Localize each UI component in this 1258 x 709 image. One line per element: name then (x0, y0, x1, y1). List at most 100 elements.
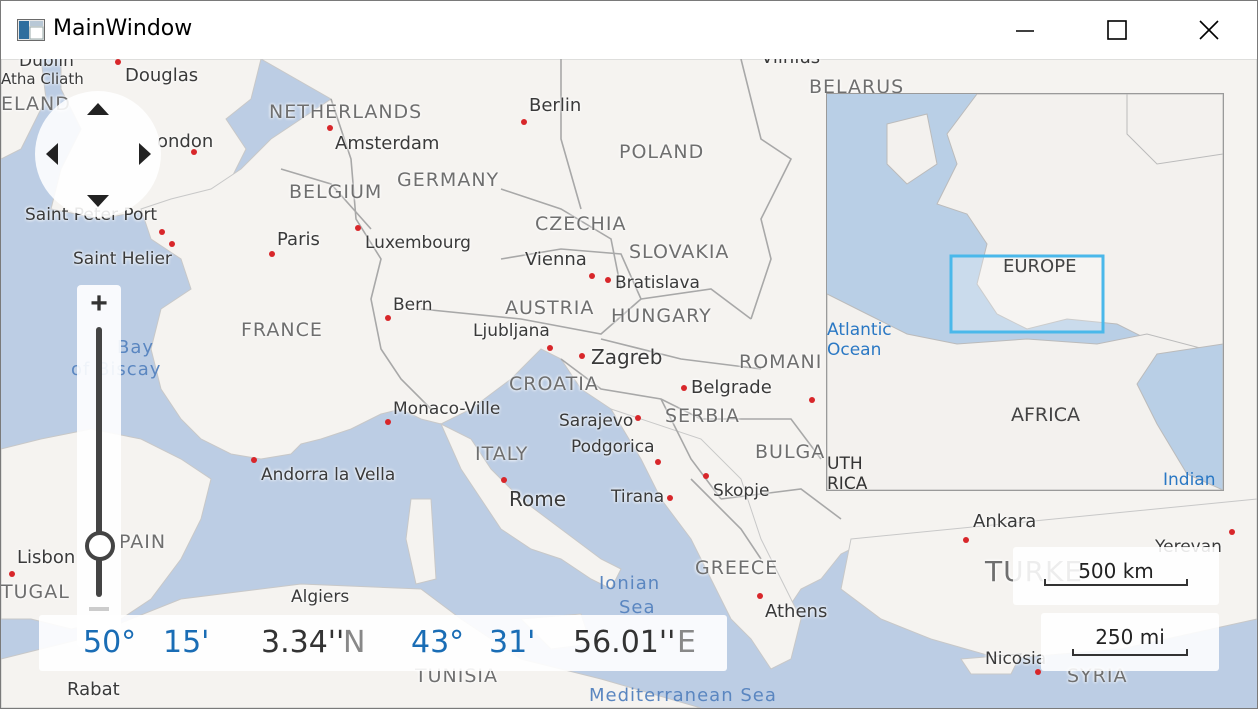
country-label-portugal: TUGAL (1, 581, 70, 603)
city-label-tirana: Tirana (611, 487, 665, 507)
city-label-bern: Bern (393, 295, 433, 315)
maximize-button[interactable] (1071, 1, 1163, 59)
scale-km-bar (1044, 579, 1188, 586)
city-label-monaco: Monaco-Ville (393, 399, 501, 419)
pan-right-icon[interactable] (139, 143, 151, 165)
country-label-poland: POLAND (619, 141, 705, 163)
minimap-label-europe: EUROPE (1003, 256, 1077, 277)
main-window: MainWindow ELAND NETHERLANDS BELGIUM GER… (0, 0, 1258, 709)
city-marker (605, 277, 611, 283)
city-marker (385, 315, 391, 321)
city-label-sarajevo: Sarajevo (559, 411, 634, 431)
water-label-bay: Bay (117, 337, 155, 358)
city-marker (703, 473, 709, 479)
zoom-control: + (77, 285, 121, 647)
window-title: MainWindow (53, 16, 193, 41)
country-label-croatia: CROATIA (509, 373, 599, 395)
minimize-icon (1016, 30, 1034, 32)
city-label-nicosia: Nicosia (985, 649, 1047, 669)
country-label-belgium: BELGIUM (289, 181, 383, 203)
pan-up-icon[interactable] (87, 103, 109, 115)
city-label-vilnius: Vilnius (761, 59, 820, 68)
city-marker (589, 273, 595, 279)
city-label-paris: Paris (277, 229, 320, 250)
city-marker (521, 119, 527, 125)
map-canvas[interactable]: ELAND NETHERLANDS BELGIUM GERMANY POLAND… (1, 59, 1257, 708)
close-icon (1199, 20, 1219, 40)
pan-arrows (46, 103, 151, 207)
title-bar[interactable]: MainWindow (1, 1, 1257, 59)
city-label-podgorica: Podgorica (571, 437, 655, 457)
city-label-rome: Rome (509, 487, 567, 511)
latitude-hemisphere: N (343, 625, 366, 660)
city-marker (757, 593, 763, 599)
city-marker (115, 59, 121, 65)
city-label-lisbon: Lisbon (17, 547, 76, 568)
city-label-zagreb: Zagreb (591, 345, 663, 369)
city-label-berlin: Berlin (529, 95, 582, 116)
country-label-serbia: SERBIA (665, 405, 740, 427)
city-label-belgrade: Belgrade (691, 377, 772, 398)
city-label-skopje: Skopje (713, 481, 770, 501)
country-label-france: FRANCE (241, 319, 323, 341)
scale-mi: 250 mi (1041, 613, 1219, 671)
minimap-label-south: UTH (827, 454, 863, 474)
city-label-ljubljana: Ljubljana (473, 321, 550, 341)
city-label-athens: Athens (765, 601, 828, 622)
city-label-algiers: Algiers (291, 587, 350, 607)
city-marker (159, 229, 165, 235)
zoom-slider-thumb[interactable] (85, 531, 115, 561)
longitude-minutes: 31' (489, 625, 536, 660)
city-label-amsterdam: Amsterdam (335, 133, 440, 154)
coordinates-panel: 50° 15' 3.34'' N 43° 31' 56.01'' E (39, 615, 727, 671)
country-label-romania: ROMANI (739, 351, 823, 373)
city-marker (667, 495, 673, 501)
scale-mi-bar (1072, 649, 1188, 656)
city-marker (269, 251, 275, 257)
longitude-hemisphere: E (677, 625, 696, 660)
city-marker (809, 397, 815, 403)
city-marker (579, 353, 585, 359)
longitude-seconds: 56.01'' (573, 625, 676, 660)
longitude-degrees: 43° (411, 625, 465, 660)
minimap-base (827, 94, 1223, 490)
app-icon (17, 19, 45, 41)
country-label-hungary: HUNGARY (611, 305, 712, 327)
latitude-seconds: 3.34'' (261, 625, 345, 660)
city-marker (385, 419, 391, 425)
minimap-label-atlantic: Atlantic (827, 320, 892, 340)
scale-km: 500 km (1013, 547, 1219, 605)
zoom-out-button[interactable] (89, 607, 109, 611)
country-label-greece: GREECE (695, 557, 779, 579)
zoom-in-button[interactable]: + (87, 289, 111, 319)
minimap-label-indian: Indian (1163, 470, 1216, 490)
city-label-luxembourg: Luxembourg (365, 233, 471, 253)
city-label-ankara: Ankara (973, 511, 1037, 532)
city-marker (169, 241, 175, 247)
pan-down-icon[interactable] (87, 195, 109, 207)
country-label-spain: PAIN (119, 531, 167, 553)
city-marker (963, 537, 969, 543)
minimize-button[interactable] (979, 1, 1071, 59)
city-marker (327, 125, 333, 131)
water-label-ionian: Ionian (599, 573, 661, 594)
city-marker (635, 415, 641, 421)
city-label-atha-cliath: Atha Cliath (1, 70, 84, 88)
close-button[interactable] (1163, 1, 1255, 59)
city-marker (9, 571, 15, 577)
city-label-saint-helier: Saint Helier (73, 249, 172, 269)
minimap-label-ocean: Ocean (827, 340, 882, 360)
city-marker (547, 345, 553, 351)
pan-left-icon[interactable] (46, 143, 58, 165)
overview-minimap[interactable]: EUROPE AFRICA Atlantic Ocean UTH RICA In… (826, 93, 1224, 491)
latitude-degrees: 50° (83, 625, 137, 660)
city-marker (501, 477, 507, 483)
city-label-vienna: Vienna (525, 249, 587, 270)
country-label-austria: AUSTRIA (505, 297, 595, 319)
city-marker (251, 457, 257, 463)
maximize-icon (1107, 20, 1127, 40)
water-label-mediterranean: Mediterranean Sea (589, 685, 777, 706)
country-label-netherlands: NETHERLANDS (269, 101, 423, 123)
country-label-italy: ITALY (475, 443, 529, 465)
city-label-bratislava: Bratislava (615, 273, 700, 293)
